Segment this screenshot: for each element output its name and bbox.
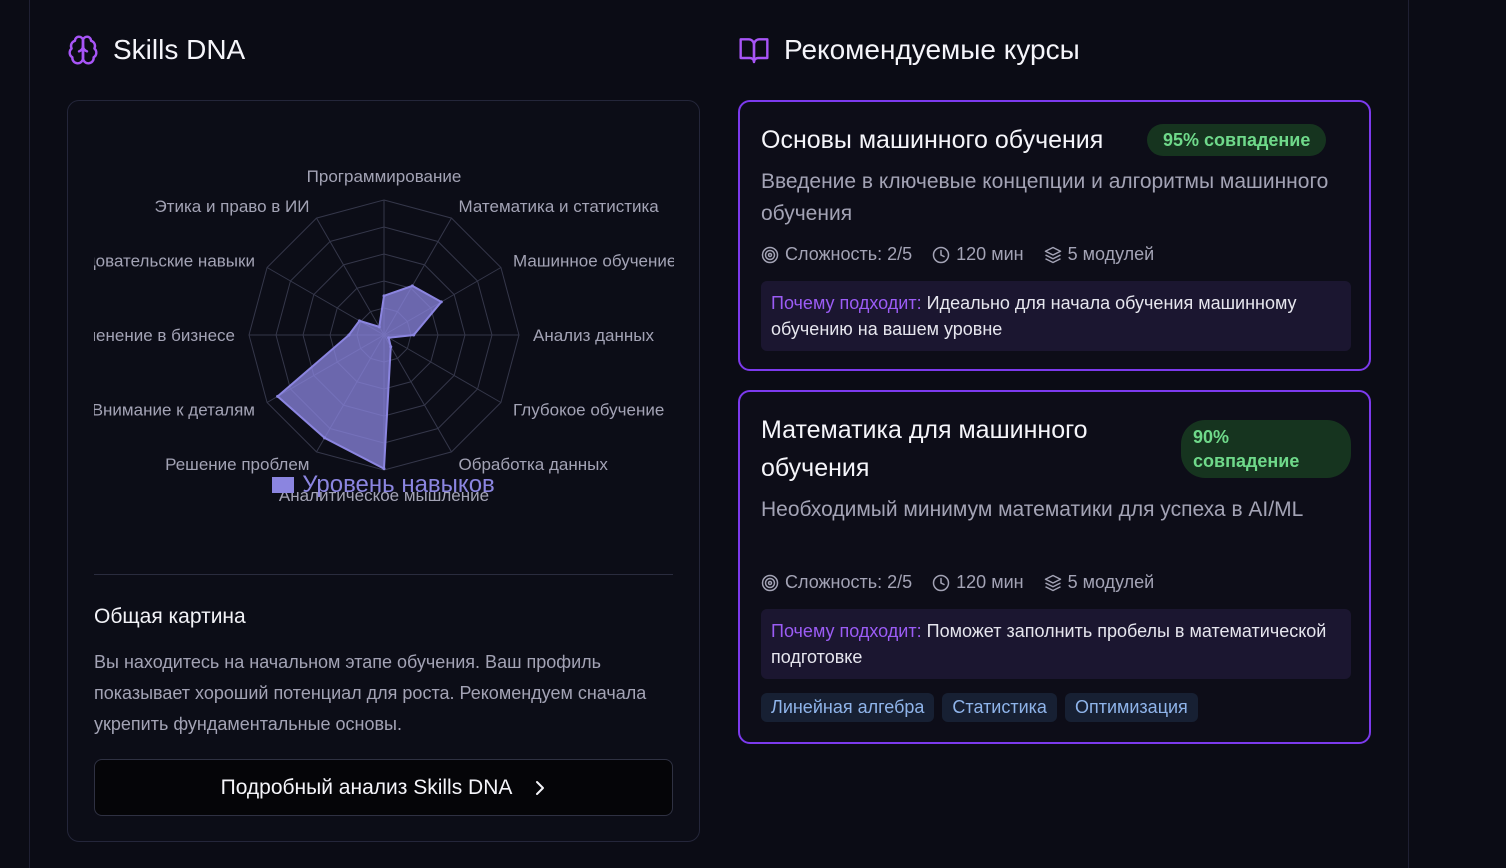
radar-axis-label: Внимание к деталям — [94, 401, 255, 420]
difficulty-label: Сложность: 2/5 — [785, 244, 913, 264]
legend-swatch — [272, 477, 295, 493]
radar-point — [323, 436, 327, 440]
modules-label: 5 модулей — [1067, 244, 1155, 264]
radar-point — [387, 336, 391, 340]
radar-point — [410, 284, 414, 288]
skills-dna-card: Программирование Математика и статистика М… — [67, 100, 700, 842]
target-icon — [761, 574, 779, 591]
clock-icon — [932, 574, 950, 591]
divider — [94, 574, 673, 575]
tag[interactable]: Оптимизация — [1064, 693, 1198, 722]
radar-point — [276, 394, 280, 398]
legend-label: Уровень навыков — [302, 471, 495, 498]
radar-point — [389, 345, 393, 349]
why-box: Почему подходит: Поможет заполнить пробе… — [761, 609, 1351, 679]
radar-axis-label: Математика и статистика — [459, 197, 660, 216]
course-title: Математика для машинного обучения — [761, 416, 1088, 482]
radar-axis-label: Анализ данных — [533, 326, 654, 345]
radar-axis-label: Программирование — [307, 167, 462, 186]
why-label: Почему подходит: — [771, 621, 922, 641]
right-frame-line — [1408, 0, 1409, 868]
match-badge: 95% совпадение — [1147, 124, 1327, 156]
why-label: Почему подходит: — [771, 293, 922, 313]
skills-dna-title: Skills DNA — [113, 34, 246, 65]
radar-chart: Программирование Математика и статистика М… — [94, 151, 674, 511]
skills-dna-header: Skills DNA — [67, 34, 245, 66]
tag[interactable]: Линейная алгебра — [761, 693, 935, 722]
radar-point — [382, 467, 386, 471]
radar-axis-label: Исследовательские навыки — [94, 252, 255, 271]
left-frame-line — [29, 0, 30, 868]
radar-point — [347, 333, 351, 337]
layers-icon — [1044, 246, 1061, 263]
book-open-icon — [739, 38, 769, 64]
course-card[interactable]: Математика для машинного обучения 90% со… — [738, 390, 1371, 744]
radar-svg: Программирование Математика и статистика М… — [94, 167, 674, 505]
why-box: Почему подходит: Идеально для начала обу… — [761, 281, 1351, 351]
duration-label: 120 мин — [956, 572, 1024, 592]
radar-axis-label: Этика и право в ИИ — [154, 197, 309, 216]
modules-label: 5 модулей — [1067, 572, 1155, 592]
radar-skill-area — [276, 284, 443, 471]
radar-axis-label: Машинное обучение — [513, 252, 674, 271]
course-meta: Сложность: 2/5 120 мин 5 модулей — [761, 244, 1154, 265]
clock-icon — [932, 246, 950, 263]
radar-legend: Уровень навыков — [68, 471, 699, 499]
target-icon — [761, 246, 779, 263]
course-card[interactable]: Основы машинного обучения 95% совпадение… — [738, 100, 1371, 371]
radar-point — [412, 333, 416, 337]
detail-analysis-label: Подробный анализ Skills DNA — [220, 775, 513, 799]
overview-text: Вы находитесь на начальном этапе обучени… — [94, 652, 647, 734]
radar-axis-label: Применение в бизнесе — [94, 326, 235, 345]
course-tags: Линейная алгебра Статистика Оптимизация — [761, 693, 1198, 722]
match-badge: 90% совпадение — [1181, 420, 1351, 478]
course-description: Введение в ключевые концепции и алгоритм… — [761, 170, 1329, 225]
tag[interactable]: Статистика — [942, 693, 1057, 722]
brain-icon — [68, 35, 98, 65]
layers-icon — [1044, 574, 1061, 591]
radar-point — [357, 319, 361, 323]
detail-analysis-button[interactable]: Подробный анализ Skills DNA — [94, 759, 673, 816]
courses-title: Рекомендуемые курсы — [784, 34, 1080, 65]
duration-label: 120 мин — [956, 244, 1024, 264]
overview-title: Общая картина — [94, 605, 246, 628]
radar-axis-label: Глубокое обучение — [513, 401, 664, 420]
courses-header: Рекомендуемые курсы — [738, 34, 1080, 66]
radar-point — [382, 294, 386, 298]
course-description: Необходимый минимум математики для успех… — [761, 498, 1304, 521]
radar-point — [377, 325, 381, 329]
radar-point — [439, 300, 443, 304]
course-meta: Сложность: 2/5 120 мин 5 модулей — [761, 572, 1154, 593]
course-title: Основы машинного обучения — [761, 126, 1104, 154]
difficulty-label: Сложность: 2/5 — [785, 572, 913, 592]
chevron-right-icon — [536, 780, 545, 795]
